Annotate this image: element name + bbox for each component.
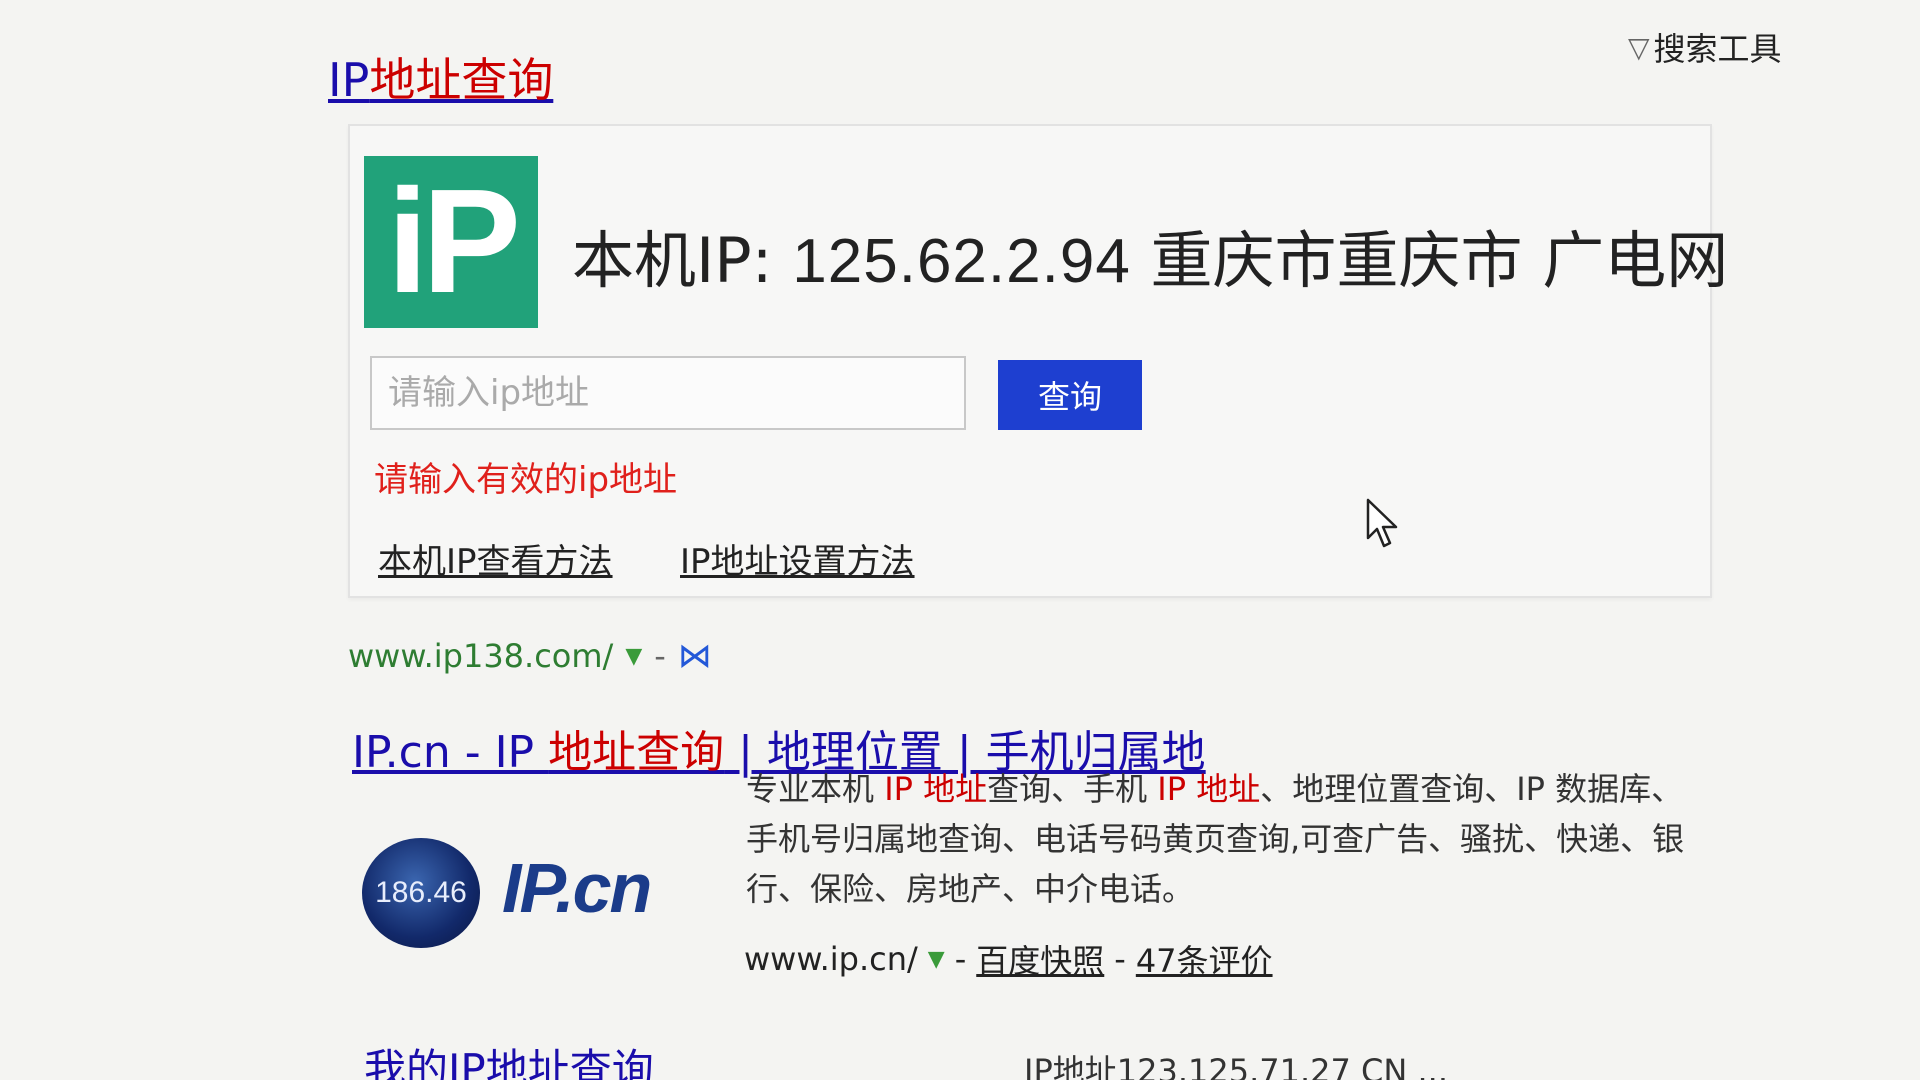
ip-location: 重庆市重庆市 广电网 xyxy=(1150,224,1729,297)
ip-logo: iP xyxy=(364,156,538,328)
result-title-my-ip[interactable]: 我的IP地址查询 xyxy=(364,1036,654,1080)
result2-url[interactable]: www.ip.cn/ xyxy=(744,940,918,978)
title-highlight: 地址查询 xyxy=(369,53,554,107)
dropdown-arrow-icon[interactable]: ▼ xyxy=(928,947,945,972)
search-results-page: ▽ 搜索工具 IP地址查询 iP 本机IP: 125.62.2.94 重庆市重庆… xyxy=(0,0,1920,1080)
result1-url-line: www.ip138.com/ ▼ - ⋈ xyxy=(348,636,712,676)
reviews-link[interactable]: 47条评价 xyxy=(1136,936,1273,982)
ipcn-logo-text: IP.cn xyxy=(502,849,652,927)
separator: - xyxy=(954,940,967,978)
ip-setup-howto-link[interactable]: IP地址设置方法 xyxy=(680,534,915,583)
local-ip-display: 本机IP: 125.62.2.94 重庆市重庆市 广电网 xyxy=(572,210,1728,300)
title-highlight: 地址查询 xyxy=(548,727,725,778)
filter-icon: ▽ xyxy=(1628,30,1650,64)
snippet-highlight: IP 地址 xyxy=(1157,770,1261,808)
ip-label: 本机IP: xyxy=(572,224,773,297)
local-ip-howto-link[interactable]: 本机IP查看方法 xyxy=(378,534,613,583)
ip-value: 125.62.2.94 xyxy=(792,227,1131,296)
result3-snippet: IP地址123.125.71.27 CN ... xyxy=(1024,1052,1448,1080)
bowtie-icon[interactable]: ⋈ xyxy=(678,636,712,676)
search-tools-label: 搜索工具 xyxy=(1653,30,1782,68)
result2-snippet: 专业本机 IP 地址查询、手机 IP 地址、地理位置查询、IP 数据库、手机号归… xyxy=(746,764,1706,914)
snippet-text: 专业本机 xyxy=(746,770,885,808)
mouse-cursor-icon xyxy=(1366,498,1398,548)
ip-lookup-widget: iP 本机IP: 125.62.2.94 重庆市重庆市 广电网 查询 请输入有效… xyxy=(348,124,1728,598)
globe-icon: 186.46 xyxy=(362,838,480,948)
separator: - xyxy=(1114,940,1126,978)
dropdown-arrow-icon[interactable]: ▼ xyxy=(625,644,642,669)
snippet-highlight: IP 地址 xyxy=(884,770,988,808)
ipcn-logo[interactable]: 186.46 IP.cn xyxy=(362,838,702,948)
result-title-ip-lookup[interactable]: IP地址查询 xyxy=(328,44,553,110)
result2-url-line: www.ip.cn/ ▼ - 百度快照 - 47条评价 xyxy=(744,936,1273,982)
title-text: IP.cn - IP xyxy=(352,727,549,778)
cache-snapshot-link[interactable]: 百度快照 xyxy=(976,936,1104,982)
snippet-text: 查询、手机 xyxy=(987,770,1158,808)
ip-address-input[interactable] xyxy=(370,356,966,430)
title-text: IP xyxy=(328,53,370,107)
result1-url[interactable]: www.ip138.com/ xyxy=(348,637,613,675)
query-button[interactable]: 查询 xyxy=(998,360,1142,430)
separator: - xyxy=(654,637,666,675)
search-tools-button[interactable]: ▽ 搜索工具 xyxy=(1628,24,1782,70)
error-message: 请输入有效的ip地址 xyxy=(374,460,678,500)
